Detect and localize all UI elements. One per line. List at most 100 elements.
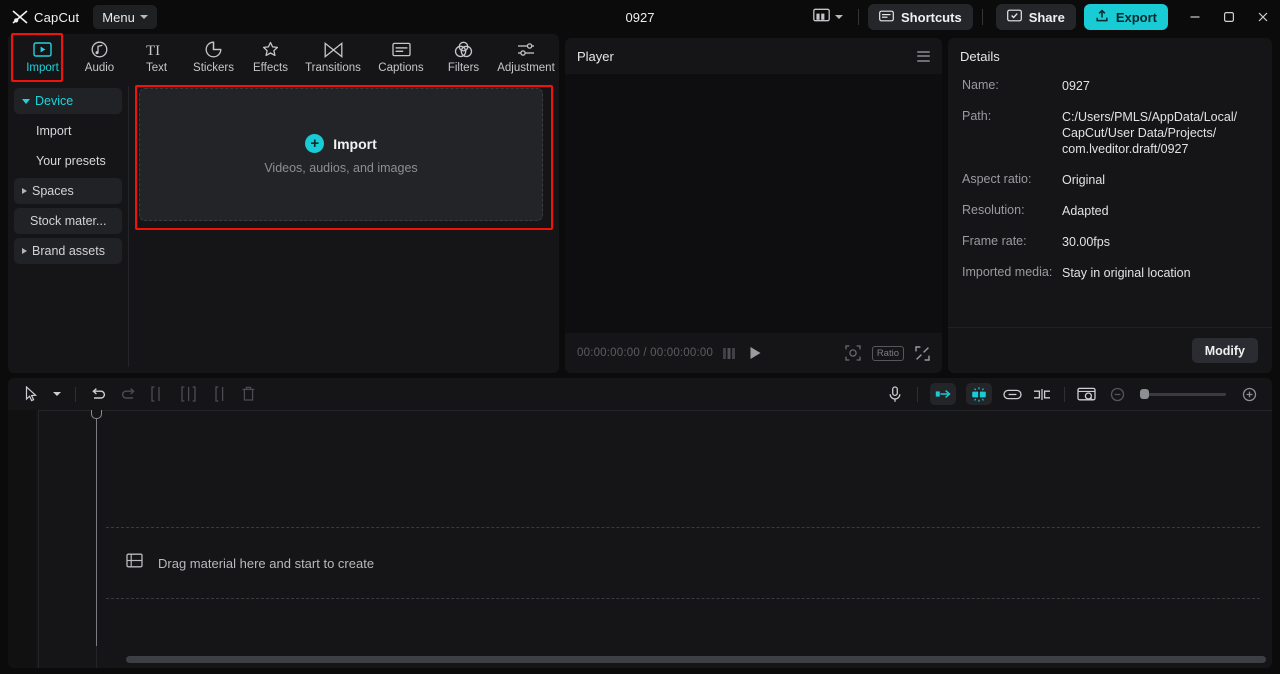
divider: [858, 9, 859, 25]
tab-label: Stickers: [193, 62, 234, 74]
timeline-body[interactable]: Drag material here and start to create: [8, 410, 1272, 668]
cursor-dropdown-icon[interactable]: [46, 380, 68, 408]
share-button[interactable]: Share: [996, 4, 1076, 30]
sidebar-item-stock-materials[interactable]: Stock mater...: [14, 208, 122, 234]
auto-extend-icon[interactable]: [930, 383, 956, 405]
tab-text[interactable]: TI Text: [128, 35, 185, 79]
tab-stickers[interactable]: Stickers: [185, 35, 242, 79]
upload-icon: [1095, 9, 1109, 26]
chevron-down-icon: [140, 15, 148, 19]
layout-panels-button[interactable]: [807, 8, 849, 27]
player-header: Player: [565, 38, 942, 74]
details-value: C:/Users/PMLS/AppData/Local/ CapCut/User…: [1062, 109, 1237, 157]
modify-button[interactable]: Modify: [1192, 338, 1258, 363]
zoom-out-icon[interactable]: [1102, 380, 1132, 408]
details-key: Imported media:: [962, 265, 1062, 281]
divider: [917, 387, 918, 402]
ratio-button[interactable]: Ratio: [872, 346, 904, 361]
link-icon[interactable]: [997, 380, 1027, 408]
transition-bowtie-icon: [324, 40, 343, 59]
tab-adjustment[interactable]: Adjustment: [492, 35, 560, 79]
divider: [1064, 387, 1065, 402]
sidebar-item-brand-assets[interactable]: Brand assets: [14, 238, 122, 264]
player-panel: Player 00:00:00:00 / 00:00:00:00: [565, 38, 942, 373]
timeline-toolbar: [8, 378, 1272, 410]
focus-crop-icon[interactable]: [845, 345, 861, 361]
text-ti-icon: TI: [146, 40, 168, 59]
sidebar-item-label: Import: [36, 124, 71, 138]
sidebar-item-import[interactable]: Import: [14, 118, 122, 144]
select-cursor-icon[interactable]: [16, 380, 46, 408]
playhead-handle[interactable]: [91, 410, 102, 419]
tab-label: Captions: [378, 62, 423, 74]
timeline-panel: Drag material here and start to create: [8, 378, 1272, 668]
chevron-right-icon: [22, 188, 27, 194]
details-row-imported-media: Imported media: Stay in original locatio…: [962, 265, 1258, 281]
timeline-drop-hint: Drag material here and start to create: [158, 556, 374, 571]
details-value: 0927: [1062, 78, 1090, 94]
split-icon[interactable]: [143, 380, 173, 408]
filters-circles-icon: [454, 40, 473, 59]
maximize-button[interactable]: [1212, 0, 1246, 34]
player-right-controls: Ratio: [845, 345, 930, 361]
zoom-slider-handle[interactable]: [1140, 389, 1149, 399]
timeline-scrollbar-thumb[interactable]: [126, 656, 1266, 663]
player-stage: [565, 74, 942, 333]
player-controls: 00:00:00:00 / 00:00:00:00 Ratio: [565, 333, 942, 373]
chevron-down-icon: [22, 99, 30, 104]
keyboard-icon: [879, 10, 894, 25]
timeline-scrollbar[interactable]: [36, 656, 1266, 663]
details-key: Aspect ratio:: [962, 172, 1062, 188]
details-body: Name: 0927 Path: C:/Users/PMLS/AppData/L…: [948, 74, 1272, 327]
details-value: Adapted: [1062, 203, 1109, 219]
microphone-icon[interactable]: [880, 380, 910, 408]
redo-icon[interactable]: [113, 380, 143, 408]
play-icon[interactable]: [749, 346, 762, 360]
details-key: Frame rate:: [962, 234, 1062, 250]
preview-snapshot-icon[interactable]: [1072, 380, 1102, 408]
close-button[interactable]: [1246, 0, 1280, 34]
trim-start-icon[interactable]: [173, 380, 203, 408]
sidebar-item-label: Spaces: [32, 184, 74, 198]
sliders-icon: [517, 40, 536, 59]
minimize-button[interactable]: [1178, 0, 1212, 34]
playhead[interactable]: [96, 412, 97, 646]
brand-name: CapCut: [34, 10, 79, 25]
frames-icon[interactable]: [723, 347, 739, 360]
layout-panels-icon: [813, 8, 830, 27]
sidebar-item-device[interactable]: Device: [14, 88, 122, 114]
export-button[interactable]: Export: [1084, 4, 1168, 30]
trim-end-icon[interactable]: [203, 380, 233, 408]
player-title: Player: [577, 49, 614, 64]
details-title: Details: [960, 49, 1000, 64]
tab-filters[interactable]: Filters: [435, 35, 492, 79]
delete-icon[interactable]: [233, 380, 263, 408]
tab-import[interactable]: Import: [14, 35, 71, 79]
film-strip-icon: [126, 553, 143, 573]
shortcuts-button[interactable]: Shortcuts: [868, 4, 973, 30]
undo-icon[interactable]: [83, 380, 113, 408]
title-bar: CapCut Menu 0927: [0, 0, 1280, 34]
split-marker-icon[interactable]: [1027, 380, 1057, 408]
zoom-slider[interactable]: [1140, 393, 1226, 396]
fullscreen-icon[interactable]: [915, 346, 930, 361]
tab-label: Text: [146, 62, 167, 74]
auto-snap-icon[interactable]: [966, 383, 992, 405]
sidebar-item-your-presets[interactable]: Your presets: [14, 148, 122, 174]
hamburger-icon[interactable]: [917, 51, 930, 62]
tab-transitions[interactable]: Transitions: [299, 35, 367, 79]
import-dropzone-title: Import: [333, 136, 377, 152]
tab-captions[interactable]: Captions: [367, 35, 435, 79]
menu-button[interactable]: Menu: [93, 5, 157, 29]
details-key: Resolution:: [962, 203, 1062, 219]
import-dropzone[interactable]: + Import Videos, audios, and images: [139, 88, 543, 221]
zoom-in-icon[interactable]: [1234, 380, 1264, 408]
timeline-tracks[interactable]: Drag material here and start to create: [96, 410, 1260, 646]
sidebar-item-spaces[interactable]: Spaces: [14, 178, 122, 204]
details-row-aspect-ratio: Aspect ratio: Original: [962, 172, 1258, 188]
sidebar-item-label: Stock mater...: [30, 214, 106, 228]
timeline-drop-target[interactable]: Drag material here and start to create: [106, 527, 1260, 599]
details-row-name: Name: 0927: [962, 78, 1258, 94]
tab-effects[interactable]: Effects: [242, 35, 299, 79]
tab-audio[interactable]: Audio: [71, 35, 128, 79]
